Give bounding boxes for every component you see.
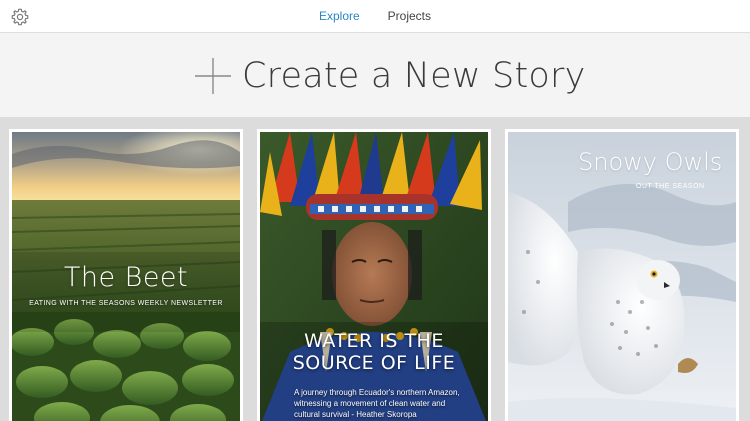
story-caption-line: witnessing a movement of clean water and [294, 399, 446, 408]
story-title-line: SOURCE OF LIFE [292, 352, 456, 374]
create-new-story-button[interactable]: Create a New Story [0, 33, 750, 118]
story-subtitle: EATING WITH THE SEASONS WEEKLY NEWSLETTE… [29, 300, 223, 307]
story-cover-image: The Beet EATING WITH THE SEASONS WEEKLY … [12, 132, 240, 421]
story-title-line: WATER IS THE [304, 330, 444, 352]
plus-icon [195, 58, 231, 94]
story-card-the-beet[interactable]: The Beet EATING WITH THE SEASONS WEEKLY … [9, 129, 243, 421]
top-bar: Explore Projects [0, 0, 750, 33]
story-caption-line: cultural survival - Heather Skoropa [294, 410, 417, 419]
create-new-story-content: Create a New Story [194, 56, 586, 96]
story-title: Snowy Owls [578, 148, 723, 176]
story-card-snowy-owls[interactable]: Snowy Owls OUT THE SEASON [505, 129, 739, 421]
story-caption: A journey through Ecuador's northern Ama… [294, 387, 480, 420]
story-subtitle: OUT THE SEASON [636, 183, 705, 190]
story-gallery: The Beet EATING WITH THE SEASONS WEEKLY … [0, 118, 750, 421]
story-title: WATER IS THE SOURCE OF LIFE [260, 330, 488, 374]
story-cover-image: WATER IS THE SOURCE OF LIFE A journey th… [260, 132, 488, 421]
tab-explore[interactable]: Explore [319, 9, 360, 24]
create-new-story-label: Create a New Story [242, 56, 586, 96]
top-tabs: Explore Projects [0, 0, 750, 33]
story-title: The Beet [63, 262, 189, 293]
story-cover-image: Snowy Owls OUT THE SEASON [508, 132, 736, 421]
tab-projects[interactable]: Projects [388, 9, 431, 24]
story-caption-line: A journey through Ecuador's northern Ama… [294, 388, 460, 397]
story-card-water-is-the-source-of-life[interactable]: WATER IS THE SOURCE OF LIFE A journey th… [257, 129, 491, 421]
